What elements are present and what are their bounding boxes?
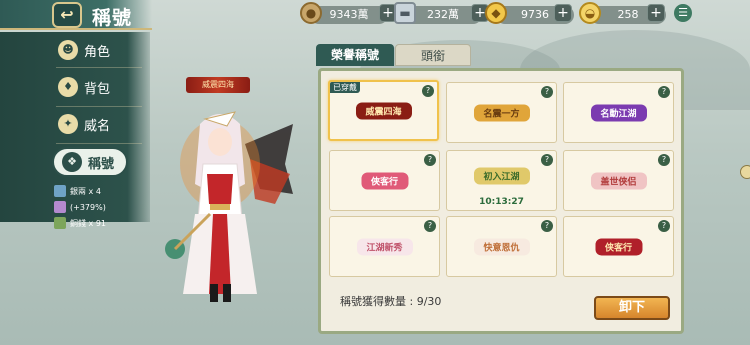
nav-divider xyxy=(56,67,142,68)
title-card[interactable]: ? 快意恩仇 xyxy=(446,216,557,277)
title-card[interactable]: ? 俠客行 xyxy=(329,150,440,211)
nav-item-title[interactable]: ❖ 稱號 xyxy=(52,147,128,177)
gold-ingot-icon: ◆ xyxy=(485,2,507,24)
silver-icon xyxy=(54,185,66,197)
bag-icon: ♦ xyxy=(58,77,78,97)
nav-item-character[interactable]: ☻ 角色 xyxy=(58,37,148,63)
title-card[interactable]: ? 名動江湖 xyxy=(563,82,674,143)
title-emblem: 江湖新秀 xyxy=(356,238,413,255)
equipped-badge: 已穿戴 xyxy=(330,82,360,93)
nav-item-fame[interactable]: ✦ 威名 xyxy=(58,111,148,137)
nav-item-bag[interactable]: ♦ 背包 xyxy=(58,74,148,100)
copper-icon xyxy=(54,217,66,229)
page-title: 稱號 xyxy=(92,7,133,29)
nav-item-label: 稱號 xyxy=(88,156,115,172)
bonus-icon xyxy=(54,201,66,213)
help-icon[interactable]: ? xyxy=(541,220,553,232)
title-emblem: 盖世侠侣 xyxy=(590,172,647,189)
stat-row: (+379%) xyxy=(54,200,106,214)
title-emblem: 名震一方 xyxy=(473,104,530,121)
title-card[interactable]: ? 盖世侠侣 xyxy=(563,150,674,211)
nav-item-label: 角色 xyxy=(84,44,111,60)
yuanbao-add-button[interactable]: + xyxy=(647,4,665,22)
title-card[interactable]: ? 名震一方 xyxy=(446,82,557,143)
character-figure xyxy=(165,111,293,302)
title-timer: 10:13:27 xyxy=(479,197,524,207)
stat-row: 銅錢 x 91 xyxy=(54,216,106,230)
help-icon[interactable]: ? xyxy=(424,154,436,166)
fame-icon: ✦ xyxy=(58,114,78,134)
side-nav: ☻ 角色 ♦ 背包 ✦ 威名 ❖ 稱號 銀兩 x 4 (+379%) 銅錢 x … xyxy=(0,32,152,345)
title-card[interactable]: ? 江湖新秀 xyxy=(329,216,440,277)
unequip-button[interactable]: 卸下 xyxy=(594,296,670,320)
character-icon: ☻ xyxy=(58,40,78,60)
help-icon[interactable]: ? xyxy=(658,220,670,232)
title-count: 稱號獲得數量 : 9/30 xyxy=(340,295,442,308)
side-handle-icon[interactable] xyxy=(740,165,750,179)
help-icon[interactable]: ? xyxy=(541,154,553,166)
title-emblem: 快意恩仇 xyxy=(473,238,530,255)
title-card[interactable]: 已穿戴 ? 威震四海 xyxy=(328,80,439,141)
help-icon[interactable]: ? xyxy=(424,220,436,232)
gold-add-button[interactable]: + xyxy=(554,4,572,22)
silver-ingot-icon: ▬ xyxy=(394,2,416,24)
nav-item-label: 威名 xyxy=(84,118,111,134)
copper-coin-icon: ● xyxy=(300,2,322,24)
title-emblem: 侠客行 xyxy=(594,238,643,255)
menu-icon[interactable]: ☰ xyxy=(674,4,692,22)
tab-honor-title[interactable]: 榮譽稱號 xyxy=(316,44,394,66)
yuanbao-icon: ◒ xyxy=(579,2,601,24)
title-icon: ❖ xyxy=(62,152,82,172)
title-emblem: 名動江湖 xyxy=(590,104,647,121)
title-emblem: 威震四海 xyxy=(355,102,412,119)
help-icon[interactable]: ? xyxy=(422,85,434,97)
nav-item-label: 背包 xyxy=(84,81,111,97)
nav-divider xyxy=(56,106,142,107)
title-card[interactable]: ? 侠客行 xyxy=(563,216,674,277)
nav-divider xyxy=(56,143,142,144)
help-icon[interactable]: ? xyxy=(658,86,670,98)
title-emblem: 初入江湖 xyxy=(473,167,530,185)
tab-rank-title[interactable]: 頭銜 xyxy=(395,44,471,66)
back-button[interactable]: ↩ xyxy=(52,2,82,28)
title-emblem: 俠客行 xyxy=(360,172,409,189)
character-title-emblem: 威震四海 xyxy=(186,77,250,93)
help-icon[interactable]: ? xyxy=(541,86,553,98)
back-arrow-icon: ↩ xyxy=(60,5,74,24)
title-card[interactable]: ? 初入江湖 10:13:27 xyxy=(446,150,557,211)
stat-row: 銀兩 x 4 xyxy=(54,184,101,198)
help-icon[interactable]: ? xyxy=(658,154,670,166)
